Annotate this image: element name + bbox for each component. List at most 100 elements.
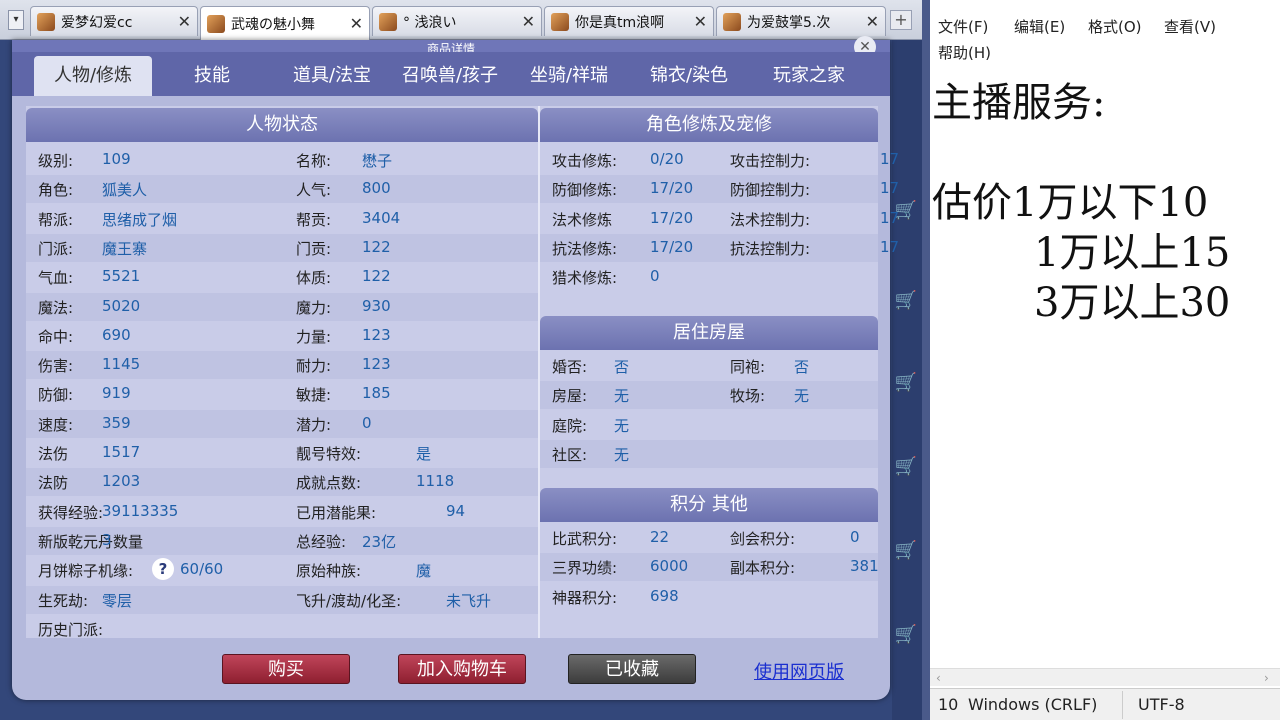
field-value: 6000 [650,557,689,576]
close-tab-icon[interactable]: ✕ [522,12,535,31]
dialog-title: 商品详情 [12,40,890,52]
field-label: 耐力: [296,357,332,376]
field-label: 猎术修炼: [552,269,618,288]
horizontal-scrollbar[interactable]: ‹ › [930,668,1280,686]
field-label: 同袍: [730,358,766,376]
field-value: 919 [102,384,131,403]
field-value: 22 [650,528,670,546]
menu-view[interactable]: 查看(V) [1164,16,1216,37]
field-value: 800 [362,179,391,198]
browser-tab[interactable]: 爱梦幻爱cc ✕ [30,6,198,36]
tab-items[interactable]: 道具/法宝 [274,56,390,96]
browser-tab-active[interactable]: 武魂の魅小舞 ✕ [200,6,370,40]
info-row: 婚否: 否 同袍: 否 [540,352,878,380]
info-row: 月饼粽子机缘: 60/60 原始种族: 魔? [26,556,538,584]
field-value: 0 [650,267,660,286]
cart-icon[interactable]: 🛒 [894,456,918,484]
info-row: 防御: 919 敏捷: 185 [26,380,538,408]
editor-line: 主播服务: [932,80,1106,126]
info-row: 法术修炼 17/20 法术控制力: 17 [540,205,899,233]
field-value: 698 [650,586,679,605]
field-value: 1145 [102,355,141,374]
field-label: 法防 [38,474,69,493]
info-row: 三界功绩: 6000 副本积分: 381 [540,553,879,582]
field-value: 122 [362,237,391,256]
tab-label: ° 浅浪い [403,14,457,31]
close-tab-icon[interactable]: ✕ [694,12,707,31]
menu-edit[interactable]: 编辑(E) [1014,16,1065,37]
field-value: 23亿 [362,532,397,551]
info-row: 猎术修炼: 0 [540,263,878,291]
field-label: 牧场: [730,387,766,406]
field-label: 法术控制力: [730,210,811,229]
menu-format[interactable]: 格式(O) [1088,16,1142,37]
tab-home[interactable]: 玩家之家 [752,56,866,96]
new-tab-icon[interactable]: + [890,10,912,30]
field-value: 60/60 [180,560,224,579]
scroll-left-icon[interactable]: ‹ [936,669,941,687]
field-label: 剑会积分: [730,530,796,548]
tab-outfits[interactable]: 锦衣/染色 [632,56,746,96]
tab-character[interactable]: 人物/修炼 [34,56,152,96]
cart-icon[interactable]: 🛒 [894,540,918,568]
favicon-icon [551,12,569,31]
field-value: 17 [880,208,900,227]
saved-button[interactable]: 已收藏 [568,654,696,684]
field-value: 0 [850,528,860,546]
tab-list-dropdown-icon[interactable]: ▾ [8,10,24,30]
field-value: 123 [362,355,391,374]
field-label: 防御: [38,386,74,405]
editor-line: 3万以上30 [1034,280,1231,326]
field-label: 抗法控制力: [730,239,811,258]
help-icon[interactable]: ? [152,558,174,581]
web-version-link[interactable]: 使用网页版 [754,658,844,684]
field-label: 飞升/渡劫/化圣: [296,591,402,610]
browser-tab[interactable]: 你是真tm浪啊 ✕ [544,6,714,36]
tab-mounts[interactable]: 坐骑/祥瑞 [512,56,626,96]
scroll-right-icon[interactable]: › [1264,669,1269,687]
favicon-icon [37,12,55,31]
close-tab-icon[interactable]: ✕ [866,12,879,31]
close-tab-icon[interactable]: ✕ [350,14,363,33]
field-label: 名称: [296,152,332,170]
favicon-icon [379,12,397,31]
field-label: 魔法: [38,298,74,317]
status-separator [1122,691,1123,719]
field-label: 伤害: [38,357,74,376]
field-label: 人气: [296,181,332,200]
field-value: 无 [614,416,630,435]
cart-icon[interactable]: 🛒 [894,372,918,400]
info-row: 社区: 无 [540,439,878,468]
cart-icon[interactable]: 🛒 [894,290,918,318]
field-value: 否 [794,358,810,376]
browser-tab[interactable]: 为爱鼓掌5.次 ✕ [716,6,886,36]
panel-header-cultivation: 角色修炼及宠修 [540,108,878,142]
close-tab-icon[interactable]: ✕ [178,12,191,31]
tab-skills[interactable]: 技能 [162,56,262,96]
field-value: 0 [362,413,372,432]
browser-tab[interactable]: ° 浅浪い ✕ [372,6,542,36]
field-label: 副本积分: [730,559,796,578]
field-label: 社区: [552,445,588,464]
field-label: 帮派: [38,210,74,229]
field-label: 速度: [38,415,74,434]
menu-help[interactable]: 帮助(H) [938,42,991,63]
add-to-cart-button[interactable]: 加入购物车 [398,654,526,684]
field-value: 是 [416,445,432,463]
menu-file[interactable]: 文件(F) [938,16,988,37]
field-label: 历史门派: [38,620,104,639]
notepad-editor[interactable]: 主播服务: 估价1万以下10 1万以上15 3万以上30 [930,62,1280,670]
field-label: 婚否: [552,358,588,376]
info-row: 门派: 魔王寨 门贡: 122 [26,233,538,262]
buy-button[interactable]: 购买 [222,654,350,684]
tab-pets[interactable]: 召唤兽/孩子 [394,56,506,96]
field-label: 总经验: [296,532,347,551]
field-value: 魔王寨 [102,239,148,258]
field-label: 攻击修炼: [552,152,618,170]
cart-icon[interactable]: 🛒 [894,624,918,652]
field-label: 门贡: [296,239,332,258]
field-label: 成就点数: [296,474,362,493]
field-label: 帮贡: [296,210,332,229]
info-row: 角色: 狐美人 人气: 800 [26,175,538,204]
favicon-icon [723,12,741,31]
